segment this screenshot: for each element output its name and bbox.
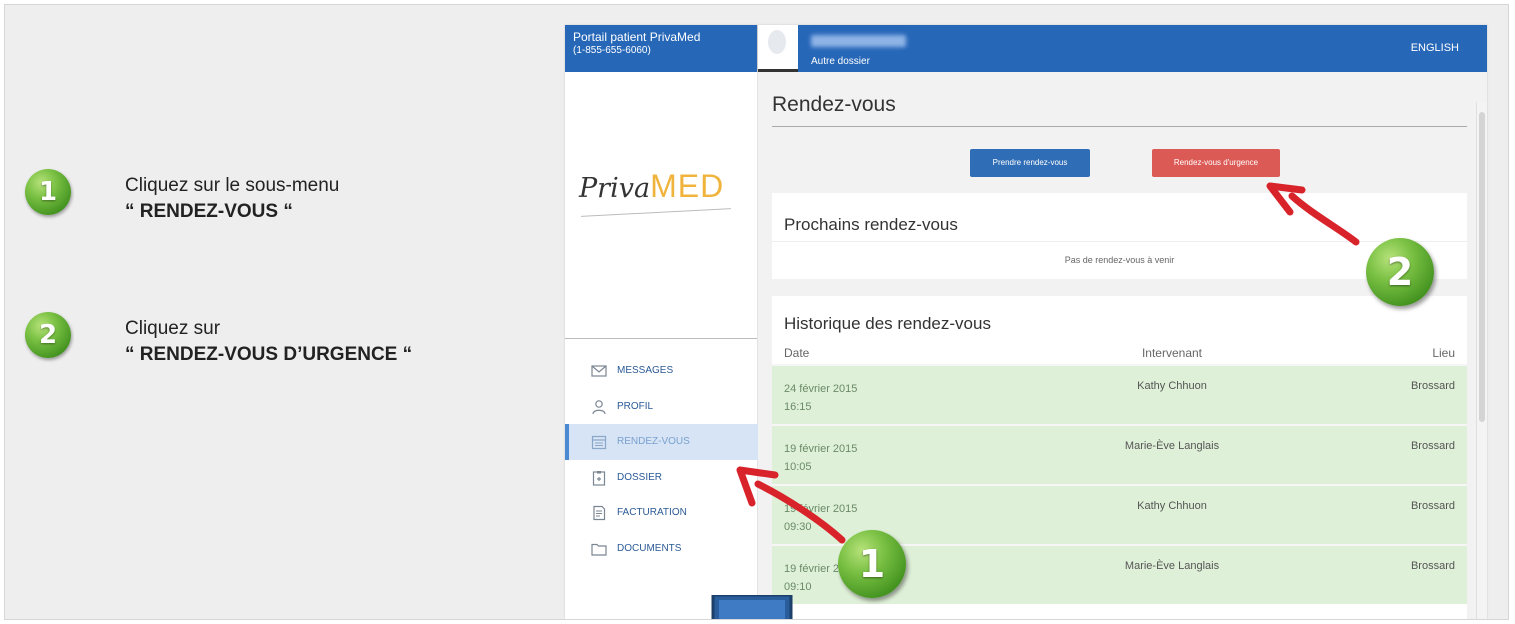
instruction-text: Cliquez sur le sous-menu “ RENDEZ-VOUS “ [125,173,339,225]
invoice-icon [591,505,607,521]
tutorial-frame: 1 Cliquez sur le sous-menu “ RENDEZ-VOUS… [4,4,1509,620]
appointment-location: Brossard [1410,560,1455,572]
appointment-date: 19 février 2015 [784,443,858,455]
empty-state-text: Pas de rendez-vous à venir [1064,255,1175,265]
clipboard-icon [591,470,607,486]
other-record-link[interactable]: Autre dossier [811,56,870,67]
appointment-datetime: 19 février 2015 09:30 [784,500,857,536]
panel-title: Prochains rendez-vous [784,215,958,234]
vertical-scrollbar[interactable] [1476,102,1487,619]
instruction-emphasis: “ RENDEZ-VOUS “ [125,201,293,222]
language-switch-link[interactable]: ENGLISH [1411,42,1459,54]
table-row[interactable]: 24 février 2015 16:15 Kathy Chhuon Brossa… [772,364,1467,424]
appointment-date: 24 février 2015 [784,383,858,395]
page-title: Rendez-vous [772,93,896,116]
appointment-practitioner: Marie-Ève Langlais [1124,440,1220,452]
instruction-step-1: 1 Cliquez sur le sous-menu “ RENDEZ-VOUS… [25,169,505,239]
panel-title: Historique des rendez-vous [784,314,991,333]
sidebar-item-label: PROFIL [617,401,654,412]
monitor-icon [677,593,827,619]
step-1-overlay-badge: 1 [838,530,906,598]
sidebar: PrivaMED MESSAGES PROFIL RENDEZ-VOUS DOS… [565,72,761,619]
sidebar-item-profil[interactable]: PROFIL [565,389,757,425]
step-number-badge: 2 [25,312,71,358]
sidebar-divider [565,338,757,339]
avatar-silhouette-icon [768,30,786,54]
logo-swoosh [581,208,731,217]
sidebar-item-dossier[interactable]: DOSSIER [565,460,757,496]
step-number-badge: 1 [25,169,71,215]
table-row[interactable]: 19 février 2015 10:05 Marie-Ève Langlais … [772,424,1467,484]
envelope-icon [591,363,607,379]
sidebar-item-label: RENDEZ-VOUS [617,436,690,447]
appointment-practitioner: Marie-Ève Langlais [1124,560,1220,572]
appointment-location: Brossard [1410,500,1455,512]
column-header-date[interactable]: Date [784,346,809,360]
instruction-line: Cliquez sur le sous-menu [125,175,340,196]
top-bar: Portail patient PrivaMed (1-855-655-6060… [565,25,1487,72]
appointment-practitioner: Kathy Chhuon [1137,500,1207,512]
sidebar-item-rendez-vous[interactable]: RENDEZ-VOUS [565,424,761,460]
title-divider [772,126,1467,127]
urgent-appointment-button[interactable]: Rendez-vous d'urgence [1152,149,1280,177]
scrollbar-thumb[interactable] [1479,112,1485,422]
appointment-time: 09:30 [784,521,812,533]
logo-priva-text: Priva [579,173,651,204]
user-avatar[interactable] [757,25,798,72]
sidebar-item-facturation[interactable]: FACTURATION [565,495,757,531]
blurred-user-name [811,35,906,47]
logo-med-text: MED [650,168,725,204]
sidebar-item-label: MESSAGES [617,365,674,376]
sidebar-item-documents[interactable]: DOCUMENTS [565,531,757,567]
panel-divider [772,241,1467,242]
book-appointment-button[interactable]: Prendre rendez-vous [970,149,1090,177]
instruction-step-2: 2 Cliquez sur “ RENDEZ-VOUS D’URGENCE “ [25,312,505,382]
appointment-datetime: 24 février 2015 16:15 [784,380,857,416]
calendar-icon [591,434,607,450]
sidebar-item-messages[interactable]: MESSAGES [565,353,757,389]
appointment-location: Brossard [1410,440,1455,452]
portal-brand[interactable]: Portail patient PrivaMed (1-855-655-6060… [573,31,700,57]
person-icon [591,399,607,415]
sidebar-item-label: DOSSIER [617,472,663,483]
patient-portal-screenshot: Portail patient PrivaMed (1-855-655-6060… [565,25,1487,619]
appointment-time: 10:05 [784,461,812,473]
sidebar-item-label: FACTURATION [617,507,687,518]
folder-icon [591,541,607,557]
appointment-time: 16:15 [784,401,812,413]
appointment-date: 19 février 2015 [784,503,858,515]
portal-phone: (1-855-655-6060) [573,45,651,56]
appointment-practitioner: Kathy Chhuon [1137,380,1207,392]
appointment-datetime: 19 février 2015 10:05 [784,440,857,476]
instruction-line: Cliquez sur [125,318,221,339]
instruction-emphasis: “ RENDEZ-VOUS D’URGENCE “ [125,344,413,365]
privamed-logo: PrivaMED [579,168,754,228]
step-2-overlay-badge: 2 [1366,238,1434,306]
appointment-location: Brossard [1410,380,1455,392]
sidebar-item-label: DOCUMENTS [617,543,682,554]
column-header-intervenant[interactable]: Intervenant [1092,346,1252,360]
portal-name: Portail patient PrivaMed [573,30,701,44]
upcoming-appointments-panel: Prochains rendez-vous Pas de rendez-vous… [772,193,1467,279]
column-header-lieu[interactable]: Lieu [1432,346,1455,360]
instruction-text: Cliquez sur “ RENDEZ-VOUS D’URGENCE “ [125,316,412,368]
